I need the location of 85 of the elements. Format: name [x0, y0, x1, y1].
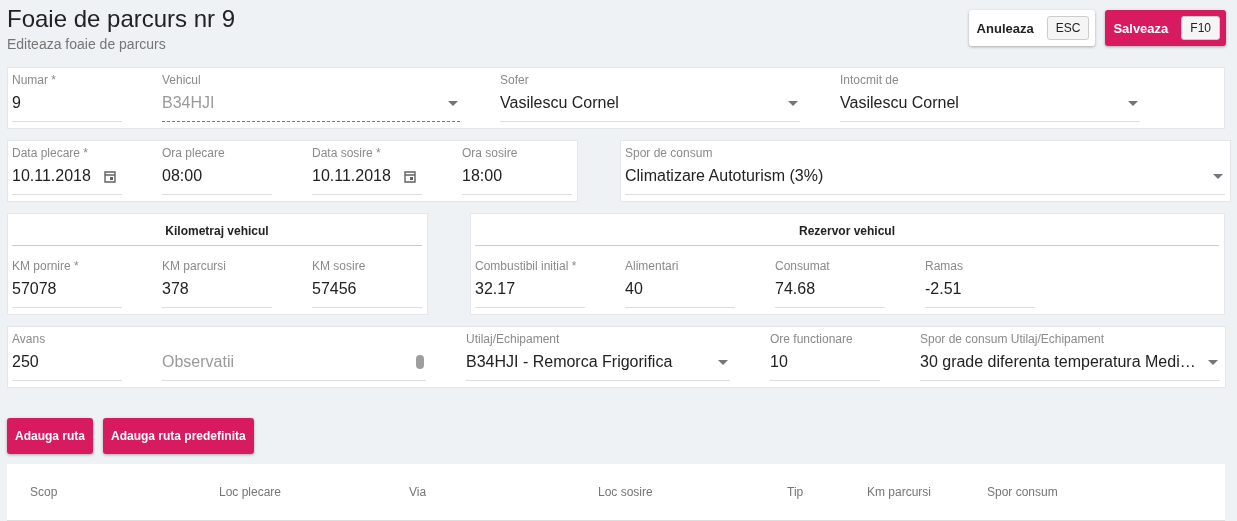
select-field[interactable]: Spor de consum Utilaj/Echipament 30 grade diferenta temperatura Medi…	[920, 331, 1220, 381]
select-field[interactable]: Spor de consum Climatizare Autoturism (3%)	[625, 145, 1225, 195]
field-value: 08:00	[162, 167, 204, 185]
field-value: B34HJI - Remorca Frigorifica	[466, 353, 674, 371]
card-title: Kilometraj vehicul	[12, 218, 422, 246]
field-value: 57078	[12, 280, 58, 298]
field-label: Spor de consum Utilaj/Echipament	[920, 331, 1106, 347]
column-header: Tip	[787, 485, 805, 499]
field-label: Utilaj/Echipament	[466, 331, 561, 347]
page-subtitle: Editeaza foaie de parcurs	[7, 36, 167, 52]
field-label: KM parcursi	[162, 258, 227, 274]
field-value: 18:00	[462, 167, 504, 185]
input-field[interactable]: Ora sosire 18:00	[462, 145, 572, 195]
field-value: 74.68	[775, 280, 817, 298]
input-field[interactable]: Numar * 9	[12, 72, 122, 122]
select-field[interactable]: Sofer Vasilescu Cornel	[500, 72, 800, 122]
input-field[interactable]: Ora plecare 08:00	[162, 145, 272, 195]
column-header: Loc sosire	[598, 485, 654, 499]
field-label: KM pornire *	[12, 258, 80, 274]
field-label: Numar *	[12, 72, 57, 88]
select-field[interactable]: Intocmit de Vasilescu Cornel	[840, 72, 1140, 122]
shortcut-key: F10	[1181, 16, 1220, 40]
column-header: Loc plecare	[219, 485, 283, 499]
field-label: Ora plecare	[162, 145, 226, 161]
dropdown-caret-icon[interactable]	[718, 359, 728, 365]
field-label: Avans	[12, 331, 47, 347]
field-label: Ora sosire	[462, 145, 519, 161]
field-label: Combustibil initial *	[475, 258, 578, 274]
add-route-button[interactable]: Adauga ruta predefinita	[103, 418, 254, 454]
dropdown-caret-icon[interactable]	[1213, 173, 1223, 179]
field-label: Ore functionare	[770, 331, 854, 347]
cancel-button[interactable]: Anuleaza ESC	[968, 10, 1096, 46]
field-label: Data sosire *	[312, 145, 382, 161]
column-header: Scop	[30, 485, 59, 499]
input-field[interactable]: KM sosire 57456	[312, 258, 422, 308]
field-value: 40	[625, 280, 644, 298]
field-value: 378	[162, 280, 190, 298]
field-value: 250	[12, 353, 40, 371]
date-field[interactable]: Data plecare * 10.11.2018	[12, 145, 122, 195]
field-value: Vasilescu Cornel	[840, 94, 960, 112]
input-field[interactable]: KM parcursi 378	[162, 258, 272, 308]
column-header: Km parcursi	[867, 485, 932, 499]
card-title: Rezervor vehicul	[475, 218, 1219, 246]
calendar-icon[interactable]	[104, 169, 116, 183]
field-label: Sofer	[500, 72, 530, 88]
column-header: Spor consum	[987, 485, 1059, 499]
field-label: KM sosire	[312, 258, 367, 274]
field-label: Intocmit de	[840, 72, 900, 88]
field-value: 32.17	[475, 280, 517, 298]
field-value: 9	[12, 94, 22, 112]
field-value: 10	[770, 353, 789, 371]
input-field[interactable]: Combustibil initial * 32.17	[475, 258, 585, 308]
input-field[interactable]: Avans 250	[12, 331, 122, 381]
select-field[interactable]: Utilaj/Echipament B34HJI - Remorca Frigorifica	[466, 331, 730, 381]
dropdown-caret-icon[interactable]	[1128, 100, 1138, 106]
resize-grip-icon[interactable]	[416, 355, 424, 369]
field-value: 10.11.2018	[12, 167, 92, 185]
input-field[interactable]: KM pornire * 57078	[12, 258, 122, 308]
field-value: Vasilescu Cornel	[500, 94, 620, 112]
page-title: Foaie de parcurs nr 9	[7, 4, 236, 34]
date-field[interactable]: Data sosire * 10.11.2018	[312, 145, 422, 195]
field-placeholder: Observatii	[162, 353, 236, 371]
add-route-button[interactable]: Adauga ruta	[7, 418, 93, 454]
input-field[interactable]: Ore functionare 10	[770, 331, 880, 381]
field-value: 57456	[312, 280, 358, 298]
input-field[interactable]: Consumat 74.68	[775, 258, 885, 308]
column-header: Via	[409, 485, 428, 499]
field-label: Spor de consum	[625, 145, 714, 161]
dropdown-caret-icon[interactable]	[788, 100, 798, 106]
input-field[interactable]: Ramas -2.51	[925, 258, 1035, 308]
field-value: Climatizare Autoturism (3%)	[625, 167, 825, 185]
input-field[interactable]: Alimentari 40	[625, 258, 735, 308]
dropdown-caret-icon[interactable]	[1208, 359, 1218, 365]
field-value: B34HJI	[162, 94, 216, 112]
field-label: Vehicul	[162, 72, 202, 88]
field-value: 10.11.2018	[312, 167, 392, 185]
field-value: 30 grade diferenta temperatura Medi…	[920, 353, 1197, 371]
field-value: -2.51	[925, 280, 963, 298]
save-button[interactable]: Salveaza F10	[1105, 10, 1226, 46]
field-label: Alimentari	[625, 258, 680, 274]
field-label: Consumat	[775, 258, 831, 274]
calendar-icon[interactable]	[404, 169, 416, 183]
field-label: Ramas	[925, 258, 964, 274]
shortcut-key: ESC	[1046, 16, 1090, 40]
field-label: Data plecare *	[12, 145, 90, 161]
